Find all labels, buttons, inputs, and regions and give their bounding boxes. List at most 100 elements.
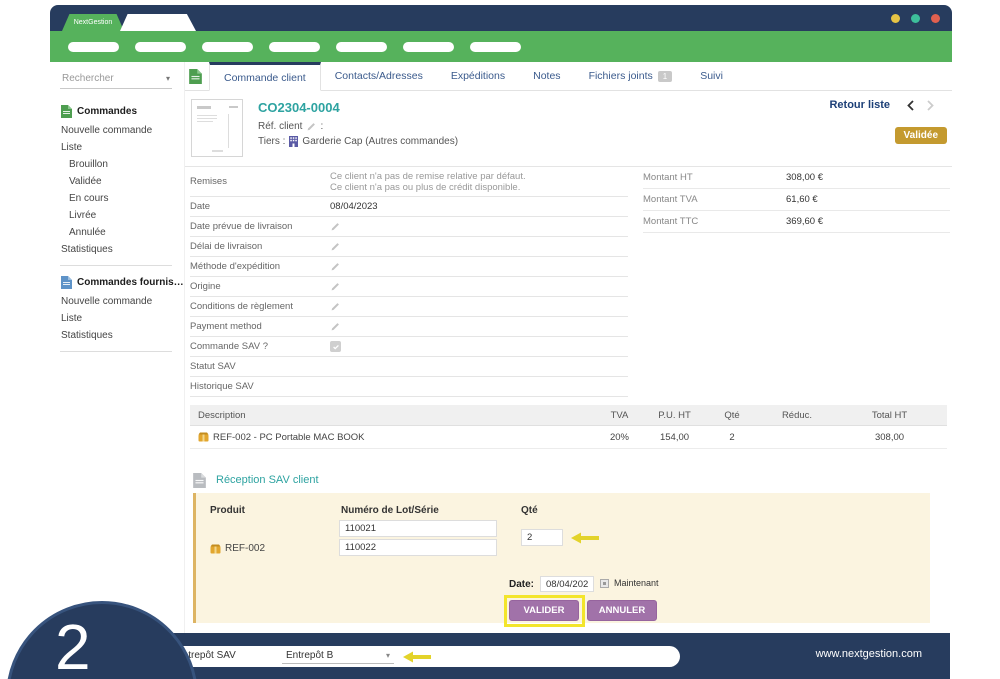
tiers-value: Garderie Cap (Autres commandes)	[302, 136, 458, 147]
edit-pencil-icon[interactable]	[330, 302, 340, 312]
sidebar-item-annulee[interactable]: Annulée	[50, 224, 184, 241]
total-value: 308,00 €	[786, 172, 823, 183]
tab-notes[interactable]: Notes	[519, 62, 574, 90]
brand-label: NextGestion	[74, 19, 113, 26]
tab-label: Contacts/Adresses	[335, 70, 423, 82]
col-header-reduc: Réduc.	[762, 410, 832, 421]
warehouse-pill: Entrepôt SAV Entrepôt B ▾	[150, 646, 680, 667]
sidebar-item-livree[interactable]: Livrée	[50, 207, 184, 224]
sav-title-text: Réception SAV client	[216, 474, 319, 486]
sidebar-item-statistiques-fournisseur[interactable]: Statistiques	[50, 327, 184, 344]
col-header-tva: TVA	[592, 410, 647, 421]
window-dot-yellow[interactable]	[891, 14, 900, 23]
sidebar-item-statistiques[interactable]: Statistiques	[50, 241, 184, 258]
sav-checkbox[interactable]	[330, 341, 341, 352]
edit-pencil-icon[interactable]	[330, 322, 340, 332]
field-label: Date	[190, 201, 330, 212]
blank-tab[interactable]	[120, 14, 196, 31]
search-placeholder: Rechercher	[62, 73, 114, 84]
prev-order-button[interactable]	[907, 100, 914, 111]
nav-menu-pill[interactable]	[470, 42, 521, 52]
sav-date-input[interactable]	[540, 576, 594, 592]
lot-input-1[interactable]	[339, 520, 497, 537]
form-row-conditions-reglement: Conditions de règlement	[190, 297, 628, 317]
order-header: CO2304-0004 Réf. client : Tiers : Garder…	[185, 91, 952, 167]
nav-menu-pill[interactable]	[68, 42, 119, 52]
form-row-date: Date 08/04/2023	[190, 197, 628, 217]
form-row-date-prevue: Date prévue de livraison	[190, 217, 628, 237]
window-controls	[891, 14, 940, 23]
tab-contacts-adresses[interactable]: Contacts/Adresses	[321, 62, 437, 90]
field-label: Commande SAV ?	[190, 341, 330, 352]
total-label: Montant TVA	[643, 194, 786, 205]
sav-col-qte: Qté	[521, 505, 538, 516]
search-input[interactable]: Rechercher ▾	[60, 71, 172, 89]
building-icon	[289, 136, 298, 147]
document-icon	[193, 473, 206, 488]
tab-commande-client[interactable]: Commande client	[209, 62, 321, 91]
edit-pencil-icon[interactable]	[330, 282, 340, 292]
document-icon	[189, 69, 202, 84]
item-qte: 2	[702, 432, 762, 443]
divider	[60, 351, 172, 352]
sidebar-item-nouvelle-commande-fournisseur[interactable]: Nouvelle commande	[50, 293, 184, 310]
edit-pencil-icon[interactable]	[330, 222, 340, 232]
warehouse-select[interactable]: Entrepôt B ▾	[282, 648, 394, 664]
item-pu-ht: 154,00	[647, 432, 702, 443]
attachment-count-badge: 1	[658, 71, 672, 82]
nav-menu-pill[interactable]	[135, 42, 186, 52]
order-thumbnail[interactable]	[191, 99, 243, 157]
now-label: Maintenant	[614, 578, 659, 588]
sav-reception-panel: Produit Numéro de Lot/Série Qté REF-002 …	[193, 493, 930, 623]
section-title: Commandes	[77, 106, 137, 117]
remises-note-1: Ce client n'a pas de remise relative par…	[330, 171, 628, 182]
date-value: 08/04/2023	[330, 201, 628, 212]
nav-menu-pill[interactable]	[202, 42, 253, 52]
next-order-button[interactable]	[927, 100, 934, 111]
tab-suivi[interactable]: Suivi	[686, 62, 737, 90]
sidebar-item-validee[interactable]: Validée	[50, 173, 184, 190]
form-row-payment-method: Payment method	[190, 317, 628, 337]
edit-pencil-icon[interactable]	[306, 122, 316, 132]
warehouse-value: Entrepôt B	[286, 650, 333, 661]
tab-label: Fichiers joints	[589, 70, 653, 82]
order-ref-line: Réf. client :	[258, 121, 323, 132]
sidebar-item-nouvelle-commande[interactable]: Nouvelle commande	[50, 122, 184, 139]
valider-button[interactable]: VALIDER	[509, 600, 579, 621]
edit-pencil-icon[interactable]	[330, 242, 340, 252]
nav-menu-pill[interactable]	[336, 42, 387, 52]
col-header-total-ht: Total HT	[832, 410, 947, 421]
sidebar-item-liste[interactable]: Liste	[50, 139, 184, 156]
site-url: www.nextgestion.com	[816, 648, 922, 660]
nav-menu-pills	[68, 42, 521, 52]
field-label: Origine	[190, 281, 330, 292]
form-row-methode-expedition: Méthode d'expédition	[190, 257, 628, 277]
tab-fichiers-joints[interactable]: Fichiers joints 1	[575, 62, 687, 90]
package-icon	[198, 432, 209, 442]
window-dot-red[interactable]	[931, 14, 940, 23]
edit-pencil-icon[interactable]	[330, 262, 340, 272]
nav-menu-pill[interactable]	[403, 42, 454, 52]
now-checkbox[interactable]	[600, 579, 609, 588]
ref-client-label: Réf. client	[258, 121, 302, 132]
window-dot-teal[interactable]	[911, 14, 920, 23]
sidebar-item-brouillon[interactable]: Brouillon	[50, 156, 184, 173]
qty-input[interactable]	[521, 529, 563, 546]
annuler-button[interactable]: ANNULER	[587, 600, 657, 621]
sav-product: REF-002	[210, 543, 265, 554]
sidebar-item-en-cours[interactable]: En cours	[50, 190, 184, 207]
item-description-text: REF-002 - PC Portable MAC BOOK	[213, 432, 365, 443]
lot-input-2[interactable]	[339, 539, 497, 556]
retour-liste-link[interactable]: Retour liste	[829, 99, 890, 111]
total-value: 61,60 €	[786, 194, 818, 205]
nav-menu-pill[interactable]	[269, 42, 320, 52]
item-row: REF-002 - PC Portable MAC BOOK 20% 154,0…	[190, 426, 947, 449]
form-row-origine: Origine	[190, 277, 628, 297]
field-label: Historique SAV	[190, 381, 330, 392]
tab-expeditions[interactable]: Expéditions	[437, 62, 519, 90]
main-panel: Commande client Contacts/Adresses Expédi…	[185, 62, 952, 633]
nextgestion-tab[interactable]: NextGestion	[62, 14, 124, 31]
document-icon	[61, 276, 72, 289]
sidebar-item-liste-fournisseur[interactable]: Liste	[50, 310, 184, 327]
sav-date-label: Date:	[509, 579, 534, 590]
